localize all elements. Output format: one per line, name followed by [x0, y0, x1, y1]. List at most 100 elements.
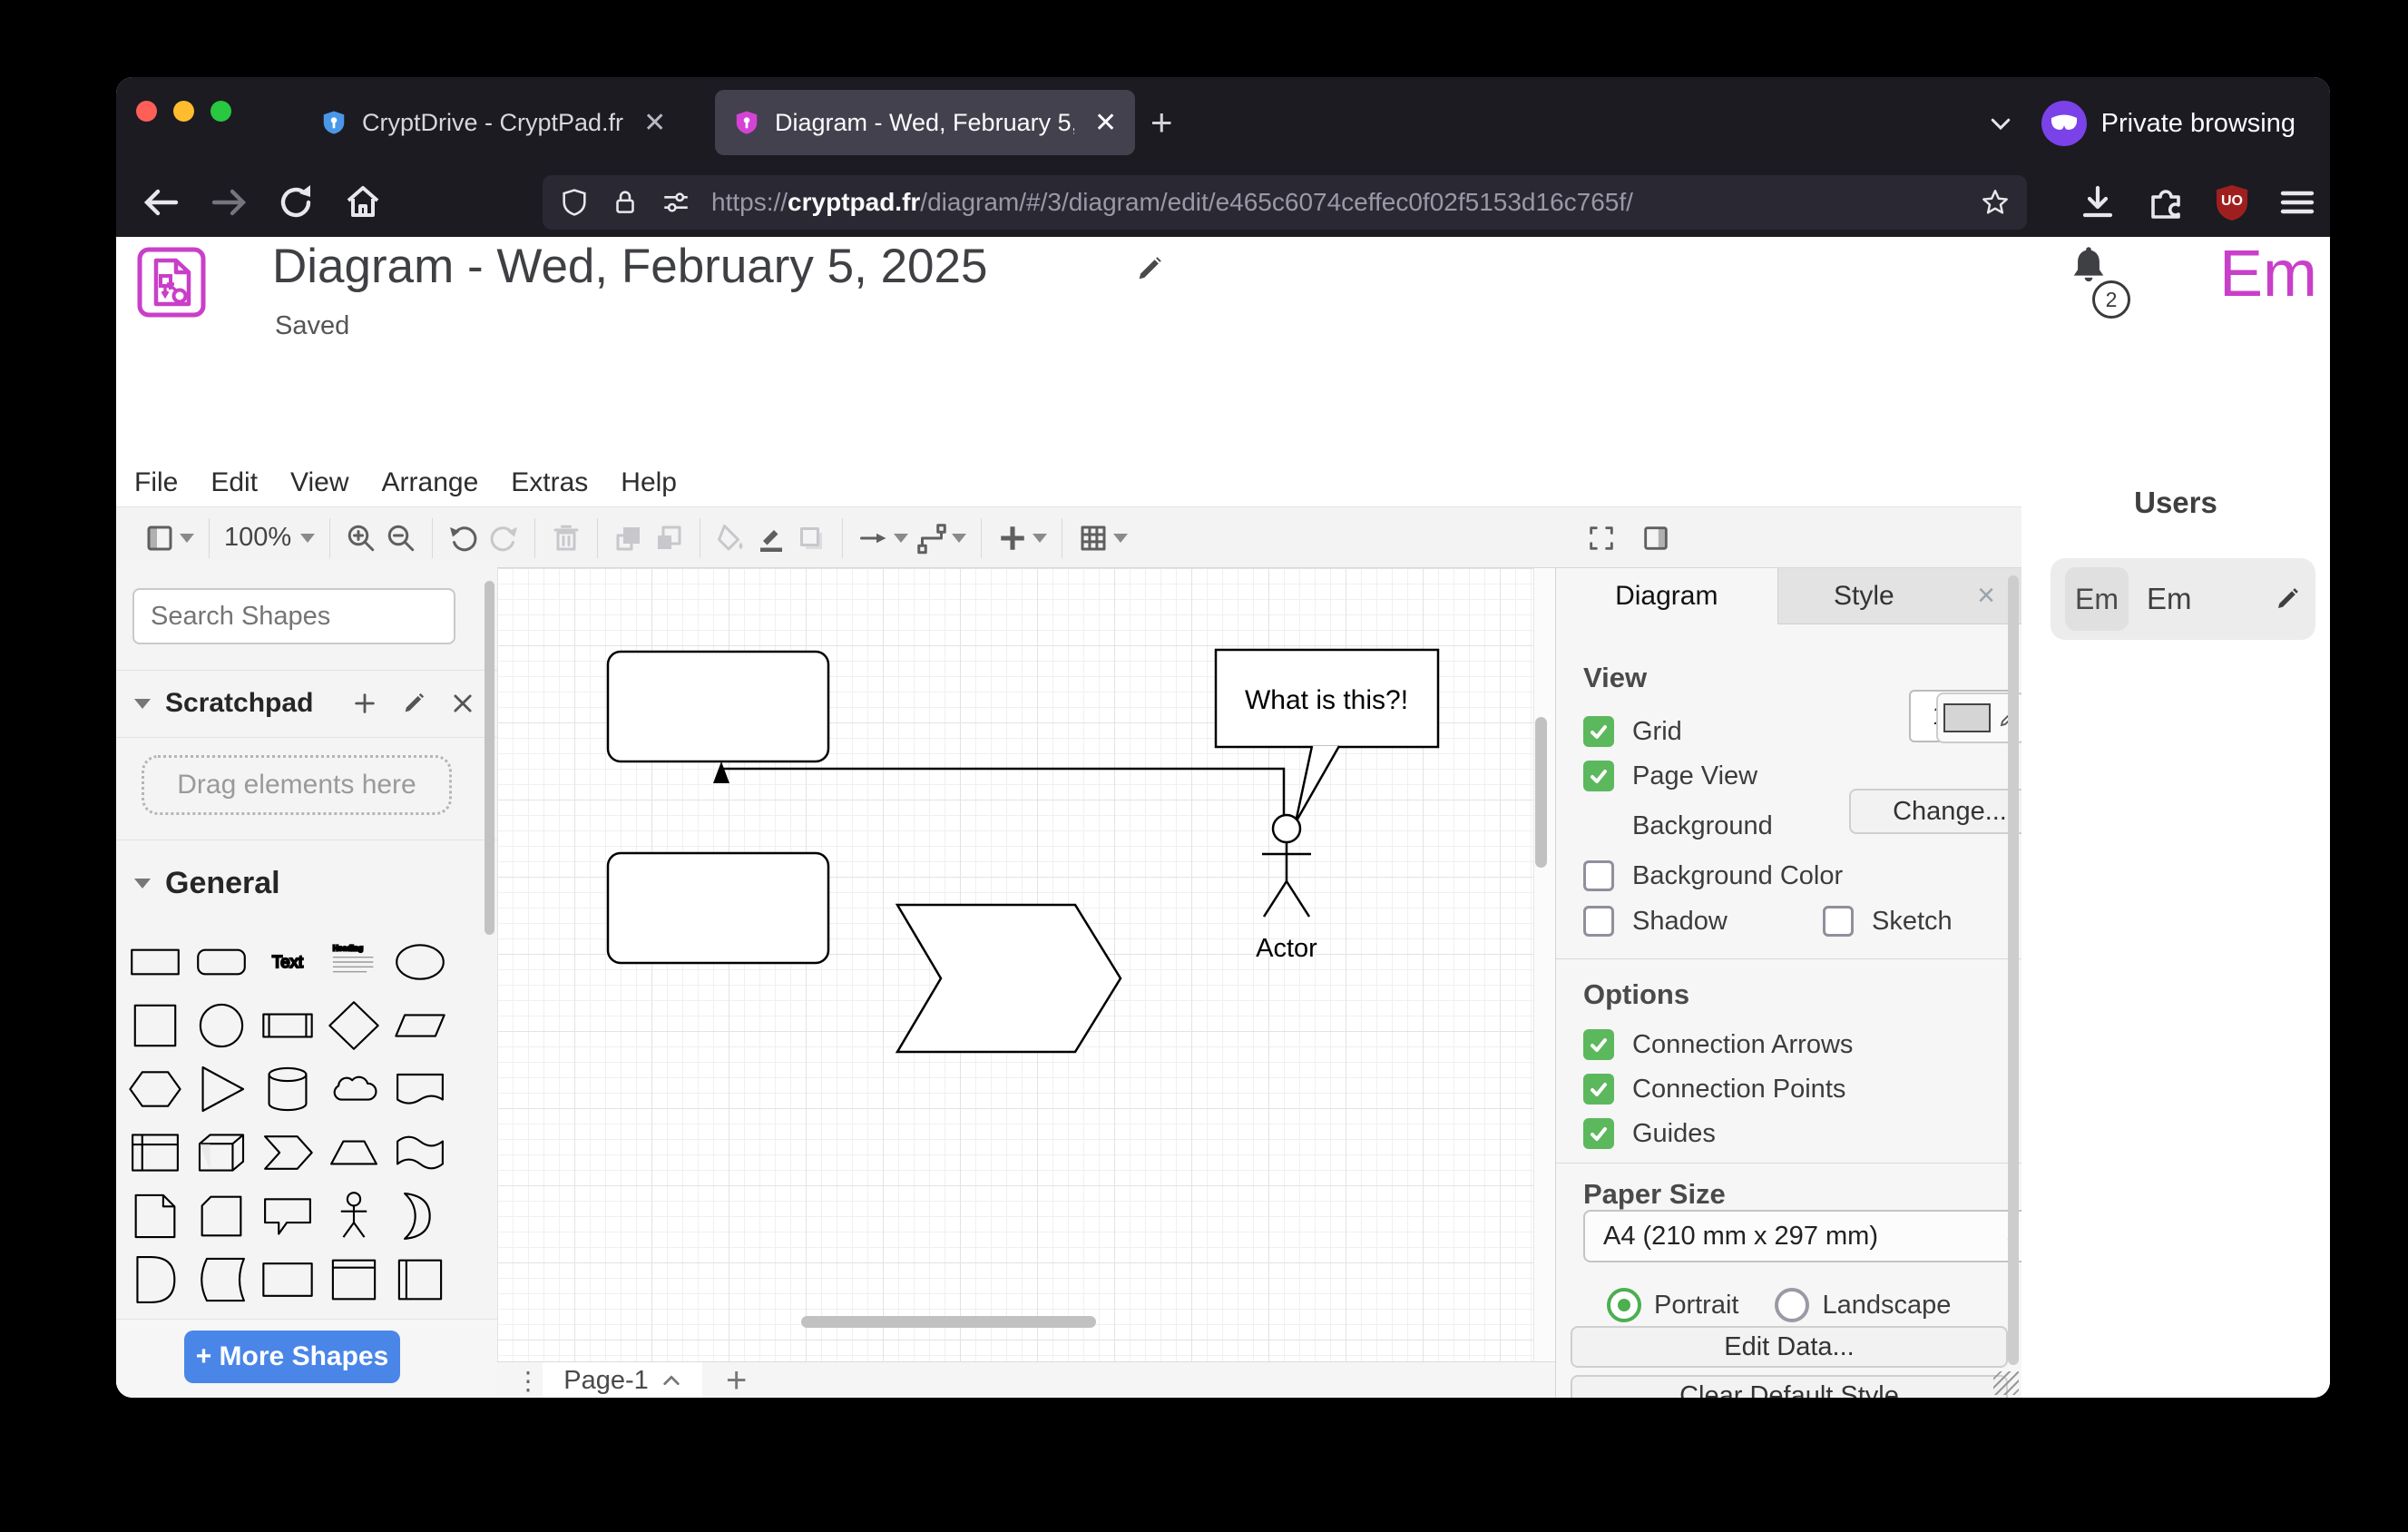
shape-parallelogram[interactable]	[389, 996, 451, 1056]
canvas-speech-bubble-tail[interactable]	[1296, 746, 1339, 822]
hamburger-menu-icon[interactable]	[2276, 181, 2319, 224]
more-shapes-button[interactable]: + More Shapes	[184, 1331, 400, 1383]
tab-close-icon[interactable]: ✕	[643, 107, 666, 139]
actor-label[interactable]: Actor	[1256, 934, 1317, 963]
background-color-checkbox[interactable]	[1583, 860, 1614, 891]
toolbar-zoom-out-button[interactable]	[385, 522, 417, 555]
toolbar-to-back-button[interactable]	[652, 522, 685, 555]
toolbar-waypoints-button[interactable]	[915, 522, 966, 555]
paper-size-select[interactable]: A4 (210 mm x 297 mm) ⌄	[1583, 1210, 2022, 1262]
user-avatar[interactable]: Em	[2178, 237, 2330, 311]
shape-actor[interactable]	[323, 1186, 385, 1246]
menu-item-help[interactable]: Help	[621, 467, 677, 498]
forward-icon[interactable]	[207, 181, 250, 224]
pages-menu-icon[interactable]: ⋮	[515, 1366, 541, 1396]
scratchpad-edit-icon[interactable]	[401, 691, 426, 716]
canvas-rounded-rectangle-2[interactable]	[608, 853, 828, 963]
shape-document[interactable]	[389, 1059, 451, 1119]
toolbar-to-front-button[interactable]	[612, 522, 645, 555]
shape-diamond[interactable]	[323, 996, 385, 1056]
new-tab-button[interactable]: +	[1150, 104, 1173, 141]
scratchpad-close-icon[interactable]	[450, 691, 475, 716]
toolbar-undo-button[interactable]	[447, 522, 480, 555]
toolbar-fullscreen-button[interactable]	[1586, 523, 1617, 554]
menu-item-arrange[interactable]: Arrange	[382, 467, 479, 498]
shape-square[interactable]	[124, 996, 186, 1056]
toolbar-zoom-in-button[interactable]	[345, 522, 377, 555]
shape-trapezoid[interactable]	[323, 1123, 385, 1183]
shape-cylinder[interactable]	[257, 1059, 318, 1119]
scratchpad-section-header[interactable]: Scratchpad	[116, 676, 497, 731]
macos-minimize-button[interactable]	[173, 101, 194, 122]
shape-search[interactable]	[132, 588, 455, 644]
shapes-scrollbar[interactable]	[485, 581, 494, 935]
tab-diagram-active[interactable]: Diagram - Wed, February 5, 202 ✕	[715, 90, 1135, 155]
speech-bubble-text[interactable]: What is this?!	[1245, 685, 1408, 715]
canvas-vertical-scrollbar[interactable]	[1535, 717, 1547, 868]
background-change-button[interactable]: Change...	[1849, 789, 2022, 834]
shape-cube[interactable]	[191, 1123, 252, 1183]
shape-hexagon[interactable]	[124, 1059, 186, 1119]
guides-checkbox[interactable]	[1583, 1118, 1614, 1149]
shape-tape[interactable]	[389, 1123, 451, 1183]
connection-arrows-checkbox[interactable]	[1583, 1029, 1614, 1060]
diagram-canvas[interactable]: What is this?! Actor	[497, 567, 1555, 1362]
canvas-rounded-rectangle-1[interactable]	[608, 652, 828, 761]
toolbar-table-button[interactable]	[1077, 522, 1128, 555]
add-page-button[interactable]: +	[726, 1360, 747, 1398]
edit-data-button[interactable]: Edit Data...	[1571, 1326, 2008, 1368]
tracking-shield-icon[interactable]	[559, 187, 590, 218]
general-section-header[interactable]: General	[116, 856, 497, 910]
shape-circle[interactable]	[191, 996, 252, 1056]
toolbar-format-panel-button[interactable]	[1640, 523, 1671, 554]
downloads-icon[interactable]	[2076, 181, 2119, 224]
extensions-puzzle-icon[interactable]	[2144, 181, 2188, 224]
shape-text[interactable]: Text	[257, 932, 318, 992]
connection-points-checkbox[interactable]	[1583, 1074, 1614, 1105]
shape-and[interactable]	[124, 1250, 186, 1310]
ublock-origin-icon[interactable]: UO	[2210, 181, 2254, 224]
toolbar-insert-button[interactable]	[996, 522, 1047, 555]
bookmark-star-icon[interactable]	[1980, 187, 2011, 218]
toolbar-page-outline-button[interactable]	[143, 522, 194, 555]
toolbar-shadow-button[interactable]	[795, 522, 827, 555]
toolbar-connection-arrow-button[interactable]	[857, 522, 908, 555]
tab-list-chevron-icon[interactable]	[1985, 110, 2016, 137]
shape-note[interactable]	[124, 1186, 186, 1246]
menu-item-file[interactable]: File	[134, 467, 178, 498]
shape-textbox[interactable]: Heading	[323, 932, 385, 992]
shape-callout[interactable]	[257, 1186, 318, 1246]
toolbar-line-color-button[interactable]	[755, 522, 788, 555]
notifications-bell[interactable]: 2	[2065, 244, 2130, 315]
macos-zoom-button[interactable]	[210, 101, 231, 122]
page-tab[interactable]: Page-1	[543, 1362, 702, 1398]
shape-data-storage[interactable]	[191, 1250, 252, 1310]
panel-resize-handle[interactable]	[1993, 1371, 2019, 1395]
shape-or[interactable]	[389, 1186, 451, 1246]
toolbar-fill-color-button[interactable]	[715, 522, 748, 555]
canvas-horizontal-scrollbar[interactable]	[801, 1316, 1096, 1328]
search-input[interactable]	[134, 602, 497, 632]
shape-rounded-rectangle[interactable]	[191, 932, 252, 992]
canvas-actor-shape[interactable]	[1262, 815, 1311, 917]
url-bar[interactable]: https://cryptpad.fr/diagram/#/3/diagram/…	[543, 175, 2027, 230]
reload-icon[interactable]	[274, 181, 318, 224]
shape-process[interactable]	[257, 996, 318, 1056]
menu-item-extras[interactable]: Extras	[511, 467, 588, 498]
shape-container[interactable]	[257, 1250, 318, 1310]
landscape-radio[interactable]	[1775, 1288, 1809, 1322]
toolbar-trash-button[interactable]	[550, 522, 582, 555]
toolbar-redo-button[interactable]	[487, 522, 520, 555]
shape-card[interactable]	[191, 1186, 252, 1246]
canvas-connector[interactable]	[721, 766, 1284, 815]
format-panel-scrollbar[interactable]	[2008, 575, 2019, 1365]
grid-checkbox[interactable]	[1583, 716, 1614, 747]
edit-user-pencil-icon[interactable]	[2274, 585, 2301, 613]
tab-diagram[interactable]: Diagram	[1556, 568, 1777, 624]
shape-ellipse[interactable]	[389, 932, 451, 992]
shadow-checkbox[interactable]	[1583, 906, 1614, 937]
tab-close-icon[interactable]: ✕	[1094, 107, 1117, 139]
sketch-checkbox[interactable]	[1823, 906, 1854, 937]
scratchpad-dropzone[interactable]: Drag elements here	[142, 755, 452, 815]
canvas-step-shape[interactable]	[897, 905, 1121, 1052]
